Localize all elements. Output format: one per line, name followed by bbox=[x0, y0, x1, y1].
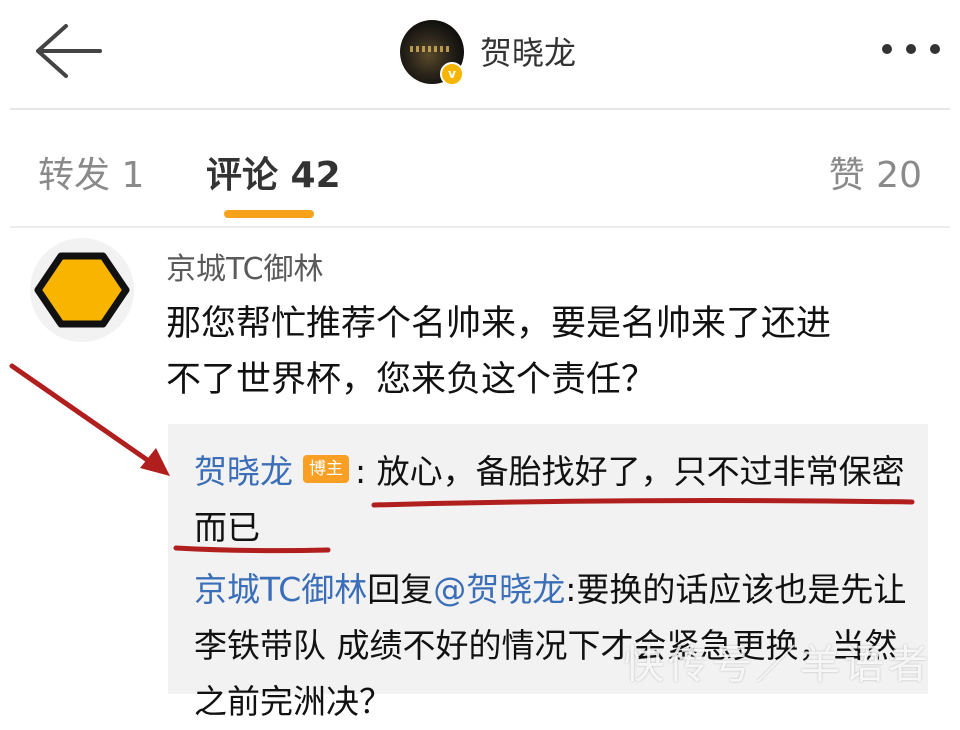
watermark: 快传号／羊语者 bbox=[624, 642, 932, 688]
avatar-photo-lights bbox=[410, 46, 450, 52]
more-dot bbox=[930, 44, 940, 54]
comment-author[interactable]: 京城TC御林 bbox=[166, 244, 324, 288]
reply-item: 贺晓龙 博主: 放心，备胎找好了，只不过非常保密而已 bbox=[194, 444, 924, 556]
more-dot bbox=[882, 44, 892, 54]
reply-verb: 回复 bbox=[367, 570, 434, 609]
blogger-badge: 博主 bbox=[303, 454, 349, 483]
tab-reposts[interactable]: 转发 1 bbox=[38, 146, 144, 198]
tab-comments[interactable]: 评论 42 bbox=[206, 146, 341, 198]
comment-text-line: 不了世界杯，您来负这个责任？ bbox=[166, 360, 657, 400]
commenter-avatar[interactable] bbox=[30, 238, 134, 342]
tab-likes[interactable]: 赞 20 bbox=[829, 146, 922, 198]
reply-mention[interactable]: @贺晓龙 bbox=[433, 570, 565, 609]
page-title[interactable]: 贺晓龙 bbox=[480, 28, 576, 74]
tab-bar: 转发 1 评论 42 赞 20 bbox=[10, 110, 950, 228]
reply-author[interactable]: 京城TC御林 bbox=[194, 570, 367, 609]
arrow-left-icon bbox=[36, 24, 102, 78]
back-button[interactable] bbox=[32, 22, 104, 80]
reply-author[interactable]: 贺晓龙 bbox=[194, 452, 293, 491]
more-dot bbox=[906, 44, 916, 54]
verified-badge: v bbox=[440, 62, 464, 86]
profile-avatar[interactable]: v bbox=[400, 20, 464, 86]
top-bar: v 贺晓龙 bbox=[10, 0, 950, 110]
hexagon-icon bbox=[34, 252, 130, 328]
comment-text-line: 那您帮忙推荐个名帅来，要是名帅来了还进 bbox=[166, 304, 832, 344]
comment-text: 那您帮忙推荐个名帅来，要是名帅来了还进 不了世界杯，您来负这个责任？ bbox=[166, 296, 936, 408]
more-button[interactable] bbox=[878, 36, 944, 62]
reply-text: : 放心，备胎找好了，只不过非常保密而已 bbox=[194, 452, 905, 547]
annotation-arrow bbox=[9, 363, 170, 476]
active-tab-indicator bbox=[224, 210, 314, 218]
